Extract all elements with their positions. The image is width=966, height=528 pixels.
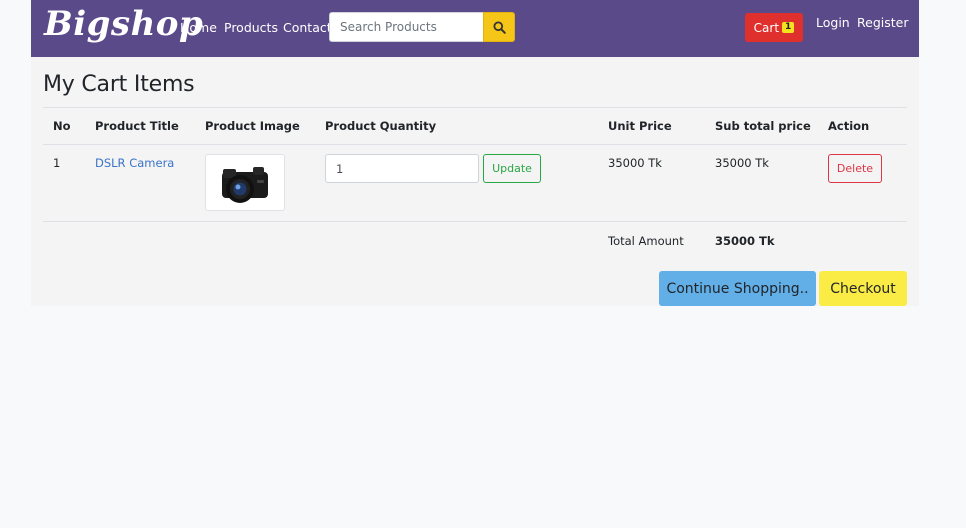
camera-image [222, 166, 268, 203]
column-header-product-image: Product Image [205, 119, 300, 133]
nav-home-link[interactable]: Home [180, 20, 217, 35]
table-top-divider [43, 107, 907, 108]
search-input[interactable] [329, 12, 484, 42]
checkout-button[interactable]: Checkout [819, 271, 907, 306]
page-title: My Cart Items [43, 72, 195, 97]
cart-count-badge: 1 [782, 22, 795, 33]
subtotal-price: 35000 Tk [715, 156, 769, 170]
column-header-product-quantity: Product Quantity [325, 119, 437, 133]
login-link[interactable]: Login [816, 15, 850, 30]
column-header-subtotal: Sub total price [715, 119, 811, 133]
update-button[interactable]: Update [483, 154, 541, 183]
row-divider [43, 221, 907, 222]
column-header-unit-price: Unit Price [608, 119, 672, 133]
cart-button[interactable]: Cart 1 [745, 13, 803, 42]
quantity-input[interactable] [325, 154, 479, 183]
search-icon [492, 20, 506, 34]
register-link[interactable]: Register [857, 15, 908, 30]
header-divider [43, 144, 907, 145]
navbar: Bigshop Home Products Contact Cart 1 Log… [31, 0, 919, 57]
column-header-product-title: Product Title [95, 119, 179, 133]
column-header-action: Action [828, 119, 870, 133]
row-number: 1 [53, 156, 61, 170]
continue-shopping-button[interactable]: Continue Shopping.. [659, 271, 816, 306]
product-image [205, 154, 285, 211]
nav-products-link[interactable]: Products [224, 20, 278, 35]
delete-button[interactable]: Delete [828, 154, 882, 183]
search-button[interactable] [483, 12, 515, 42]
page-container: Bigshop Home Products Contact Cart 1 Log… [31, 0, 919, 306]
product-title-link[interactable]: DSLR Camera [95, 156, 174, 170]
column-header-no: No [53, 119, 71, 133]
nav-contact-link[interactable]: Contact [283, 20, 332, 35]
total-amount-label: Total Amount [608, 234, 684, 248]
total-amount-value: 35000 Tk [715, 234, 775, 248]
cart-label: Cart [753, 20, 780, 35]
unit-price: 35000 Tk [608, 156, 662, 170]
